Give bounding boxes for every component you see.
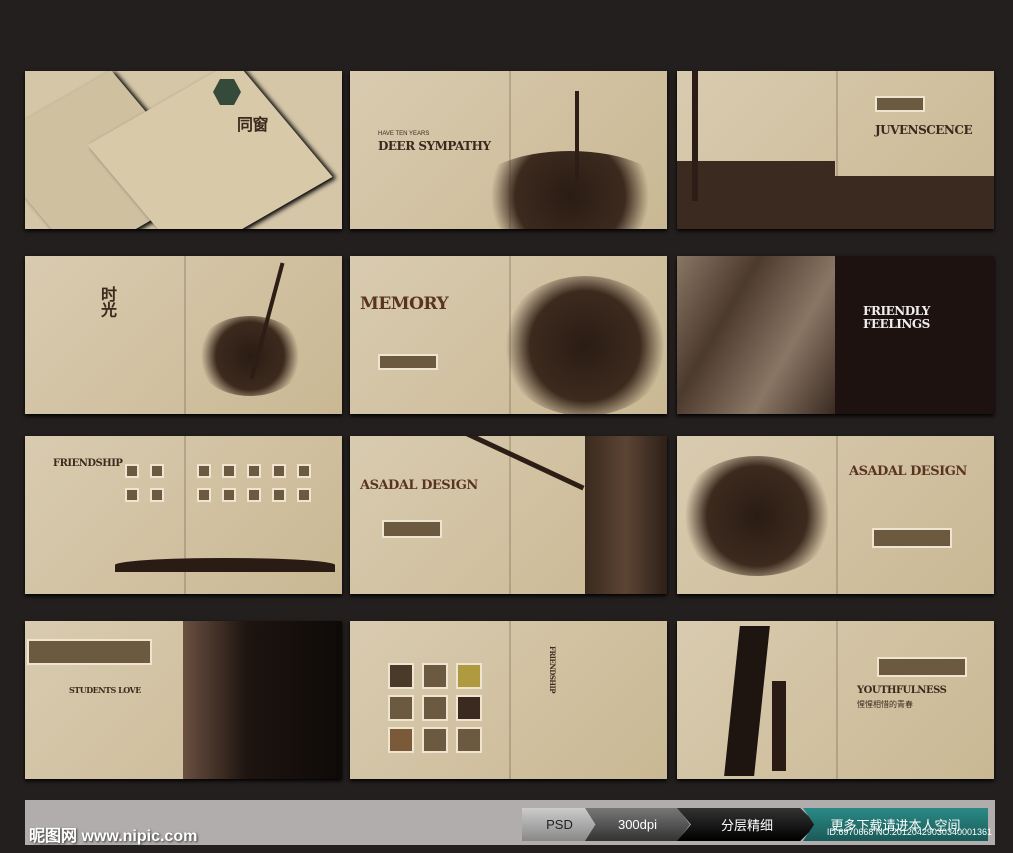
spread-asadal-pavilion: ASADAL DESIGN bbox=[677, 436, 994, 594]
subtitle: 惺惺相惜的青春 bbox=[857, 700, 913, 709]
spread-title: YOUTHFULNESS bbox=[857, 685, 947, 696]
spread-time: 时光 bbox=[25, 256, 342, 414]
nipic-logo[interactable]: 昵图网 www.nipic.com bbox=[29, 822, 197, 846]
spread-asadal-tree: ASADAL DESIGN bbox=[350, 436, 667, 594]
spread-title: DEER SYMPATHY bbox=[378, 139, 491, 153]
step-layers: 分层精细 bbox=[677, 808, 817, 841]
spread-title: JUVENSCENCE bbox=[875, 123, 973, 137]
spread-memory: MEMORY bbox=[350, 256, 667, 414]
spread-title: FRIENDLY bbox=[863, 304, 930, 318]
spread-friendship-photos: FRIENDSHIP bbox=[350, 621, 667, 779]
spread-title: ASADAL DESIGN bbox=[360, 478, 478, 493]
step-psd: PSD bbox=[522, 808, 597, 841]
cover-mockup: 同窗 bbox=[25, 71, 342, 229]
step-dpi: 300dpi bbox=[585, 808, 690, 841]
spread-friendly-feelings: FRIENDLY FEELINGS bbox=[677, 256, 994, 414]
cover-title: 同窗 bbox=[237, 115, 269, 134]
kicker: HAVE TEN YEARS bbox=[378, 131, 430, 137]
spread-students-love: STUDENTS LOVE bbox=[25, 621, 342, 779]
spread-title: FRIENDSHIP bbox=[53, 458, 123, 469]
spread-title: 时光 bbox=[98, 286, 117, 317]
spread-youthfulness: YOUTHFULNESS 惺惺相惜的青春 bbox=[677, 621, 994, 779]
spread-friendship: FRIENDSHIP bbox=[25, 436, 342, 594]
spread-deer-sympathy: HAVE TEN YEARS DEER SYMPATHY bbox=[350, 71, 667, 229]
spread-title-2: FEELINGS bbox=[863, 317, 930, 331]
image-id: ID:6970668 NO:20120429030340001361 bbox=[826, 827, 992, 837]
spread-title: STUDENTS LOVE bbox=[69, 685, 141, 695]
footer-bar: 昵图网 www.nipic.com PSD 300dpi 分层精细 更多下载请进… bbox=[25, 800, 995, 845]
spread-title: FRIENDSHIP bbox=[548, 646, 557, 694]
spread-title: MEMORY bbox=[360, 294, 449, 314]
spread-juvenscence: JUVENSCENCE bbox=[677, 71, 994, 229]
spread-title: ASADAL DESIGN bbox=[849, 464, 967, 479]
